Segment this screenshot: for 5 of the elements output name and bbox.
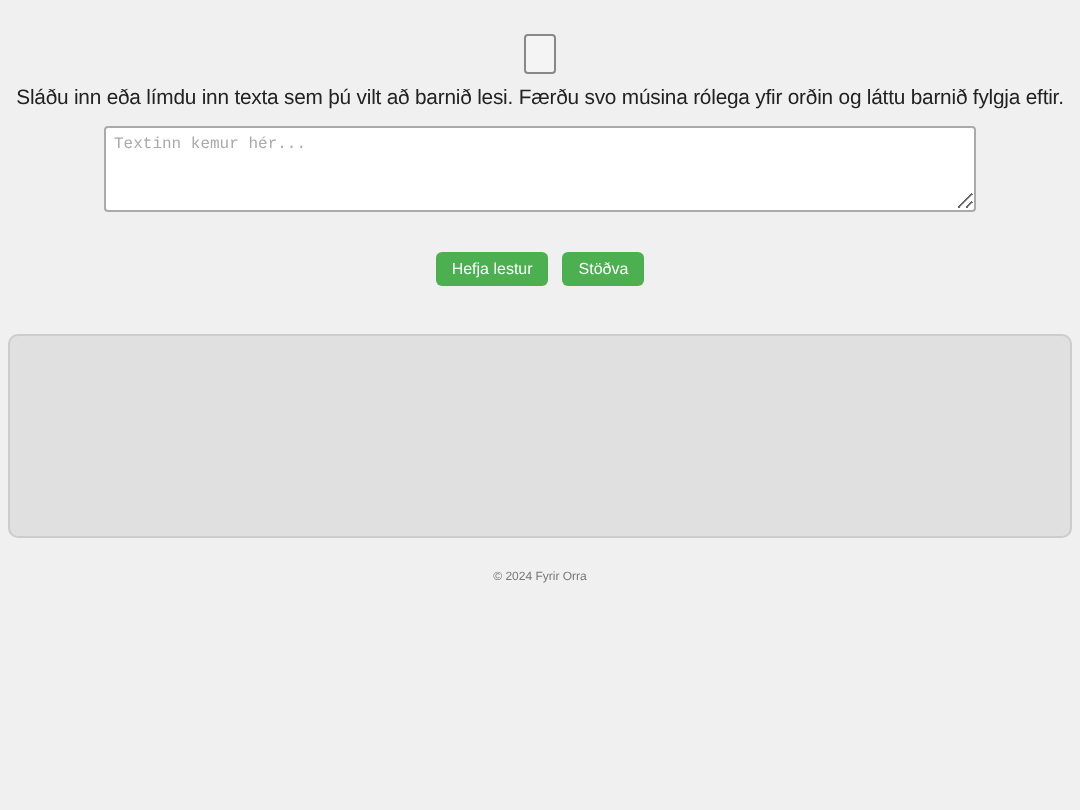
text-input-field[interactable]: Textinn kemur hér... [104, 126, 976, 212]
image-placeholder-icon [524, 34, 556, 74]
stop-button[interactable]: Stöðva [562, 252, 645, 286]
start-button[interactable]: Hefja lestur [435, 252, 549, 286]
instructions-text: Sláðu inn eða límdu inn texta sem þú vilt að barnið lesi. Færðu svo músina rólega yfir orðin og láttu barnið fylgja eftir. [16, 88, 1064, 110]
